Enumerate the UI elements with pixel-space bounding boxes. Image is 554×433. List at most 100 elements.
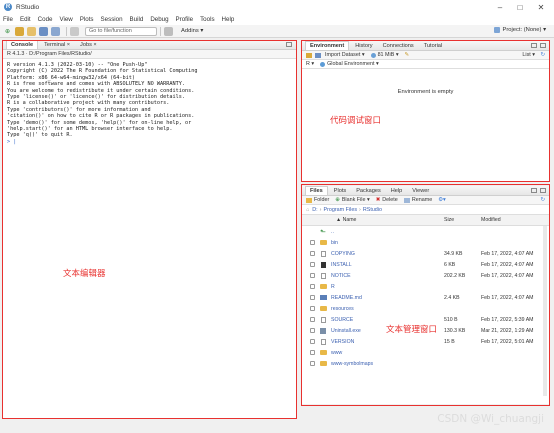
menu-profile[interactable]: Profile	[176, 16, 194, 23]
tab-connections[interactable]: Connections	[379, 42, 418, 50]
maximize-pane-icon[interactable]	[540, 43, 546, 48]
row-checkbox[interactable]	[310, 295, 315, 300]
save-icon[interactable]	[39, 26, 48, 36]
new-folder-button[interactable]: Folder	[314, 197, 329, 203]
row-checkbox[interactable]	[310, 339, 315, 344]
column-modified-header[interactable]: Modified	[481, 217, 501, 223]
menu-debug[interactable]: Debug	[150, 16, 168, 23]
language-selector[interactable]: R ▾	[306, 61, 314, 67]
row-checkbox[interactable]	[310, 328, 315, 333]
file-name-link[interactable]: INSTALL	[331, 262, 352, 268]
row-checkbox[interactable]	[310, 361, 315, 366]
toolbar-divider	[66, 26, 67, 36]
more-gear-icon[interactable]: ⚙▾	[438, 197, 446, 203]
row-checkbox[interactable]	[310, 284, 315, 289]
annotation-file-manager: 文本管理窗口	[386, 325, 438, 335]
file-modified: Feb 17, 2022, 5:39 AM	[481, 316, 534, 323]
file-name-link[interactable]: www-symbolmaps	[331, 361, 373, 367]
project-menu[interactable]: Project: (None) ▾	[494, 27, 546, 33]
minimize-button[interactable]: –	[490, 0, 510, 14]
parent-directory-link[interactable]: ..	[331, 229, 334, 235]
clear-workspace-icon[interactable]: ✎	[405, 52, 410, 58]
tab-jobs[interactable]: Jobs ×	[76, 41, 101, 49]
global-env-icon	[320, 61, 326, 67]
file-name-link[interactable]: Uninstall.exe	[331, 328, 361, 334]
menu-view[interactable]: View	[59, 16, 72, 23]
row-checkbox[interactable]	[310, 251, 315, 256]
row-checkbox[interactable]	[310, 262, 315, 267]
menu-session[interactable]: Session	[101, 16, 123, 23]
file-name-link[interactable]: SOURCE	[331, 317, 353, 323]
breadcrumb-item[interactable]: D:	[312, 207, 317, 213]
file-name-link[interactable]: COPYING	[331, 251, 355, 257]
tab-packages[interactable]: Packages	[352, 187, 385, 195]
open-workspace-icon[interactable]	[306, 52, 312, 58]
refresh-icon[interactable]: ↻	[540, 197, 545, 203]
tab-plots[interactable]: Plots	[330, 187, 350, 195]
file-name-link[interactable]: resources	[331, 306, 354, 312]
file-name-link[interactable]: R	[331, 284, 335, 290]
save-all-icon[interactable]	[51, 26, 60, 36]
menu-code[interactable]: Code	[38, 16, 53, 23]
row-checkbox[interactable]	[310, 306, 315, 311]
file-name-link[interactable]: bin	[331, 240, 338, 246]
console-output[interactable]: R version 4.1.3 (2022-03-10) -- "One Pus…	[7, 62, 292, 145]
parent-directory-row[interactable]: ⬑ ..	[302, 226, 549, 237]
print-icon[interactable]	[70, 26, 79, 36]
file-modified: Mar 21, 2022, 1:29 AM	[481, 327, 534, 334]
row-checkbox[interactable]	[310, 240, 315, 245]
memory-usage-button[interactable]: 81 MiB ▾	[378, 52, 399, 58]
import-dataset-button[interactable]: Import Dataset ▾	[325, 52, 365, 58]
menu-edit[interactable]: Edit	[20, 16, 31, 23]
files-tabs: Files Plots Packages Help Viewer	[302, 186, 549, 196]
rename-button[interactable]: Rename	[412, 197, 432, 203]
tab-files[interactable]: Files	[305, 186, 328, 195]
minimize-pane-icon[interactable]	[531, 188, 537, 193]
new-blank-file-button[interactable]: Blank File ▾	[342, 197, 370, 203]
refresh-icon[interactable]: ↻	[540, 52, 545, 58]
home-icon[interactable]: ⌂	[306, 207, 309, 213]
column-name-header[interactable]: ▲ Name	[336, 217, 356, 223]
menu-tools[interactable]: Tools	[200, 16, 214, 23]
tab-viewer[interactable]: Viewer	[408, 187, 433, 195]
memory-pie-icon	[370, 52, 376, 58]
workspace-panes-icon[interactable]	[164, 26, 173, 36]
menu-plots[interactable]: Plots	[80, 16, 94, 23]
file-name-link[interactable]: README.md	[331, 295, 362, 301]
row-checkbox[interactable]	[310, 273, 315, 278]
maximize-pane-icon[interactable]	[286, 42, 292, 47]
console-prompt[interactable]: > |	[7, 139, 292, 145]
toolbar-divider	[160, 26, 161, 36]
breadcrumb-item[interactable]: Program Files	[323, 207, 357, 213]
file-name-link[interactable]: VERSION	[331, 339, 354, 345]
menu-help[interactable]: Help	[222, 16, 235, 23]
new-file-icon[interactable]: ⊕	[3, 27, 12, 36]
tab-console[interactable]: Console	[6, 40, 39, 49]
delete-button[interactable]: Delete	[382, 197, 398, 203]
tab-tutorial[interactable]: Tutorial	[420, 42, 446, 50]
row-checkbox[interactable]	[310, 350, 315, 355]
maximize-pane-icon[interactable]	[540, 188, 546, 193]
file-name-link[interactable]: www	[331, 350, 342, 356]
addins-menu[interactable]: Addins ▾	[181, 28, 203, 34]
tab-help[interactable]: Help	[387, 187, 407, 195]
open-project-icon[interactable]	[15, 26, 24, 36]
list-view-button[interactable]: List ▾	[522, 52, 535, 58]
breadcrumb-item[interactable]: RStudio	[363, 207, 382, 213]
files-scrollbar[interactable]	[543, 226, 547, 396]
maximize-button[interactable]: □	[510, 0, 530, 14]
menu-file[interactable]: File	[3, 16, 13, 23]
close-button[interactable]: ✕	[531, 0, 551, 14]
goto-file-input[interactable]: Go to file/function	[85, 26, 157, 36]
menu-build[interactable]: Build	[130, 16, 144, 23]
tab-environment[interactable]: Environment	[305, 41, 350, 50]
column-size-header[interactable]: Size	[444, 217, 454, 223]
global-environment-select[interactable]: Global Environment ▾	[327, 61, 379, 67]
row-checkbox[interactable]	[310, 317, 315, 322]
tab-history[interactable]: History	[351, 42, 376, 50]
file-name-link[interactable]: NOTICE	[331, 273, 351, 279]
tab-terminal[interactable]: Terminal ×	[40, 41, 74, 49]
save-workspace-icon[interactable]	[315, 52, 321, 58]
minimize-pane-icon[interactable]	[531, 43, 537, 48]
open-file-icon[interactable]	[27, 26, 36, 36]
